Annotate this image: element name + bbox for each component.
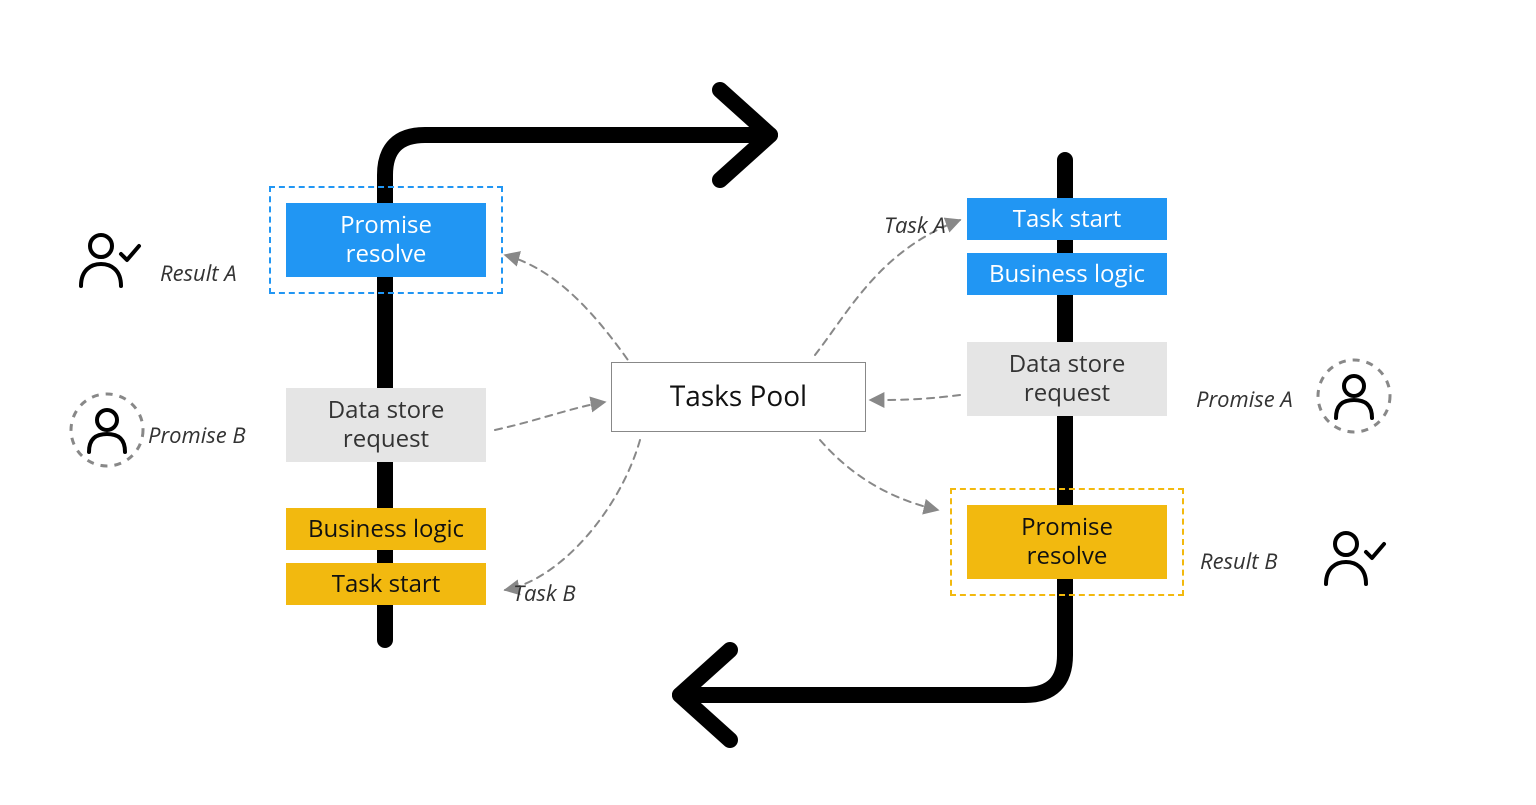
user-promise-b-icon bbox=[67, 390, 147, 470]
right-task-start-label: Task start bbox=[1013, 205, 1122, 234]
left-promise-resolve: Promise resolve bbox=[286, 203, 486, 277]
left-data-store-request-label: Data store request bbox=[328, 396, 445, 454]
right-business-logic: Business logic bbox=[967, 253, 1167, 295]
right-promise-resolve-label: Promise resolve bbox=[1021, 513, 1113, 571]
diagram-stage: Tasks Pool Promise resolve Data store re… bbox=[0, 0, 1536, 805]
tasks-pool-box: Tasks Pool bbox=[611, 362, 866, 432]
right-data-store-request-label: Data store request bbox=[1009, 350, 1126, 408]
left-task-start-label: Task start bbox=[332, 570, 441, 599]
result-b-label: Result B bbox=[1200, 546, 1277, 576]
result-a-label: Result A bbox=[160, 258, 237, 288]
right-data-store-request: Data store request bbox=[967, 342, 1167, 416]
left-business-logic-label: Business logic bbox=[308, 515, 464, 544]
left-task-start: Task start bbox=[286, 563, 486, 605]
right-task-start: Task start bbox=[967, 198, 1167, 240]
task-a-label: Task A bbox=[884, 210, 946, 240]
promise-b-label: Promise B bbox=[148, 420, 246, 450]
left-business-logic: Business logic bbox=[286, 508, 486, 550]
right-business-logic-label: Business logic bbox=[989, 260, 1145, 289]
task-b-label: Task B bbox=[513, 578, 576, 608]
left-data-store-request: Data store request bbox=[286, 388, 486, 462]
promise-a-label: Promise A bbox=[1196, 384, 1293, 414]
left-promise-resolve-label: Promise resolve bbox=[340, 211, 432, 269]
right-promise-resolve: Promise resolve bbox=[967, 505, 1167, 579]
user-promise-a-icon bbox=[1314, 356, 1394, 436]
user-result-b-icon bbox=[1320, 528, 1390, 588]
user-result-a-icon bbox=[75, 230, 145, 290]
tasks-pool-label: Tasks Pool bbox=[670, 380, 807, 414]
